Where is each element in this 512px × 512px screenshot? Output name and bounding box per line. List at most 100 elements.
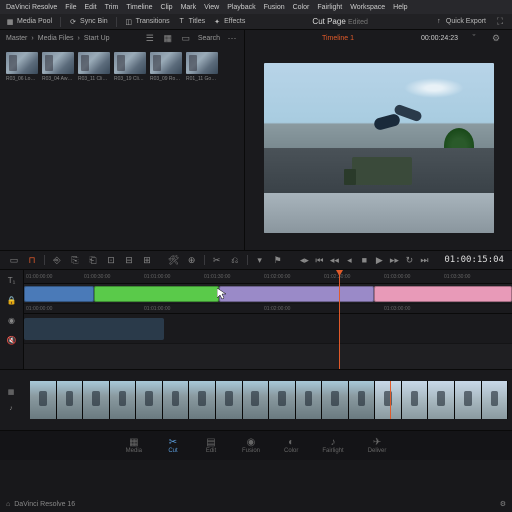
page-fairlight[interactable]: ♪Fairlight (322, 437, 343, 454)
breadcrumb-item[interactable]: Media Files (38, 35, 74, 42)
home-icon[interactable]: ⌂ (6, 501, 10, 508)
breadcrumb-item[interactable]: Master (6, 35, 27, 42)
first-frame-icon[interactable]: ⏮ (313, 254, 325, 266)
play-icon[interactable]: ▶ (373, 254, 385, 266)
filmstrip-frame[interactable] (455, 381, 482, 419)
search-label[interactable]: Search (198, 35, 220, 42)
menu-item[interactable]: Help (393, 4, 407, 11)
lock-icon[interactable]: 🔒 (0, 290, 23, 310)
track-header-icon[interactable]: T₁ (0, 270, 23, 290)
next-icon[interactable]: ▸▸ (388, 254, 400, 266)
upper-timeline[interactable]: T₁ 🔒 ◉ 🔇 01:00:00:00 01:00:30:00 01:01:0… (0, 270, 512, 370)
menu-item[interactable]: Clip (161, 4, 173, 11)
menu-item[interactable]: Fusion (264, 4, 285, 11)
audio-track-icon[interactable]: ◉ (0, 310, 23, 330)
list-view-icon[interactable]: ☰ (144, 32, 156, 44)
close-up-icon[interactable]: ⊡ (105, 254, 117, 266)
page-color[interactable]: ◐Color (284, 437, 298, 454)
filmstrip-frame[interactable] (402, 381, 429, 419)
video-track[interactable] (24, 284, 512, 304)
menu-item[interactable]: Fairlight (317, 4, 342, 11)
fullscreen-icon[interactable]: ⛶ (494, 16, 506, 28)
audio-clip[interactable] (24, 318, 164, 340)
mute-icon[interactable]: 🔇 (0, 330, 23, 350)
thumb-view-icon[interactable]: ▦ (162, 32, 174, 44)
filmstrip-frame[interactable] (136, 381, 163, 419)
source-overwrite-icon[interactable]: ⊞ (141, 254, 153, 266)
filmstrip-frame[interactable] (269, 381, 296, 419)
clip-thumb[interactable]: R03_04 Awning N... (42, 52, 74, 82)
clip-thumb[interactable]: R03_11 Climb No... (78, 52, 110, 82)
playhead[interactable] (339, 270, 340, 369)
dynamic-zoom-icon[interactable]: ⊕ (186, 254, 198, 266)
menu-item[interactable]: File (65, 4, 76, 11)
boring-detector-icon[interactable]: ▭ (8, 254, 20, 266)
timeline-ruler-lower[interactable]: 01:00:00:00 01:01:00:00 01:02:00:00 01:0… (24, 304, 512, 314)
filmstrip-frame[interactable] (57, 381, 84, 419)
audio-icon[interactable]: ♪ (4, 402, 18, 416)
loop-icon[interactable]: ↻ (403, 254, 415, 266)
clip-thumb[interactable]: R03_19 Climb No... (114, 52, 146, 82)
page-media[interactable]: ▦Media (126, 437, 142, 454)
smart-insert-icon[interactable]: ⎆ (51, 254, 63, 266)
titles-button[interactable]: TTitles (178, 18, 205, 26)
page-fusion[interactable]: ◉Fusion (242, 437, 260, 454)
jog-left-icon[interactable]: ◂▸ (298, 254, 310, 266)
prev-icon[interactable]: ◂◂ (328, 254, 340, 266)
audio-track[interactable] (24, 314, 512, 344)
page-deliver[interactable]: ✈Deliver (368, 437, 387, 454)
place-on-top-icon[interactable]: ⊟ (123, 254, 135, 266)
menu-item[interactable]: View (204, 4, 219, 11)
filmstrip-frame[interactable] (163, 381, 190, 419)
breadcrumb-item[interactable]: Start Up (84, 35, 110, 42)
clip-thumb[interactable]: R03_06 Low look... (6, 52, 38, 82)
ripple-icon[interactable]: ⎗ (87, 254, 99, 266)
timeline-ruler[interactable]: 01:00:00:00 01:00:30:00 01:01:00:00 01:0… (24, 270, 512, 284)
filmstrip[interactable] (30, 381, 508, 419)
page-edit[interactable]: ▤Edit (204, 437, 218, 454)
menu-item[interactable]: Workspace (350, 4, 385, 11)
video-clip[interactable] (24, 286, 94, 302)
video-frame[interactable] (264, 63, 494, 233)
transitions-button[interactable]: ◫Transitions (125, 18, 170, 26)
options-icon[interactable]: ⋯ (226, 32, 238, 44)
last-frame-icon[interactable]: ⏭ (418, 254, 430, 266)
menu-item[interactable]: Trim (105, 4, 119, 11)
filmstrip-frame[interactable] (349, 381, 376, 419)
filmstrip-frame[interactable] (216, 381, 243, 419)
page-cut[interactable]: ✂Cut (166, 437, 180, 454)
rev-icon[interactable]: ◂ (343, 254, 355, 266)
filmstrip-options-icon[interactable]: ▦ (4, 385, 18, 399)
video-clip[interactable] (374, 286, 512, 302)
append-icon[interactable]: ⎘ (69, 254, 81, 266)
filmstrip-frame[interactable] (375, 381, 402, 419)
menu-item[interactable]: Mark (181, 4, 197, 11)
tail-icon[interactable]: ⎌ (229, 254, 241, 266)
filmstrip-frame[interactable] (296, 381, 323, 419)
strip-view-icon[interactable]: ▭ (180, 32, 192, 44)
filmstrip-frame[interactable] (83, 381, 110, 419)
snap-icon[interactable]: ⊓ (26, 254, 38, 266)
menu-item[interactable]: Edit (85, 4, 97, 11)
menu-item[interactable]: Playback (227, 4, 255, 11)
video-clip[interactable] (219, 286, 374, 302)
filmstrip-frame[interactable] (482, 381, 508, 419)
filmstrip-frame[interactable] (428, 381, 455, 419)
flag-icon[interactable]: ⚑ (272, 254, 284, 266)
lower-playhead[interactable] (390, 381, 391, 419)
clip-thumb[interactable]: R01_11 Goodbo... (186, 52, 218, 82)
media-pool-button[interactable]: ▦Media Pool (6, 18, 52, 26)
lower-timeline[interactable]: ▦ ♪ (0, 370, 512, 430)
split-icon[interactable]: ✂ (211, 254, 223, 266)
video-clip[interactable] (94, 286, 219, 302)
clip-thumb[interactable]: R03_09 Roof Pat... (150, 52, 182, 82)
stop-icon[interactable]: ■ (358, 254, 370, 266)
effects-button[interactable]: ✦Effects (213, 18, 245, 26)
filmstrip-frame[interactable] (110, 381, 137, 419)
menu-item[interactable]: Timeline (126, 4, 152, 11)
chevron-down-icon[interactable]: ˇ (468, 32, 480, 44)
filmstrip-frame[interactable] (189, 381, 216, 419)
gear-icon[interactable]: ⚙ (490, 32, 502, 44)
sync-bin-button[interactable]: ⟳Sync Bin (69, 18, 108, 26)
menu-item[interactable]: Color (293, 4, 310, 11)
